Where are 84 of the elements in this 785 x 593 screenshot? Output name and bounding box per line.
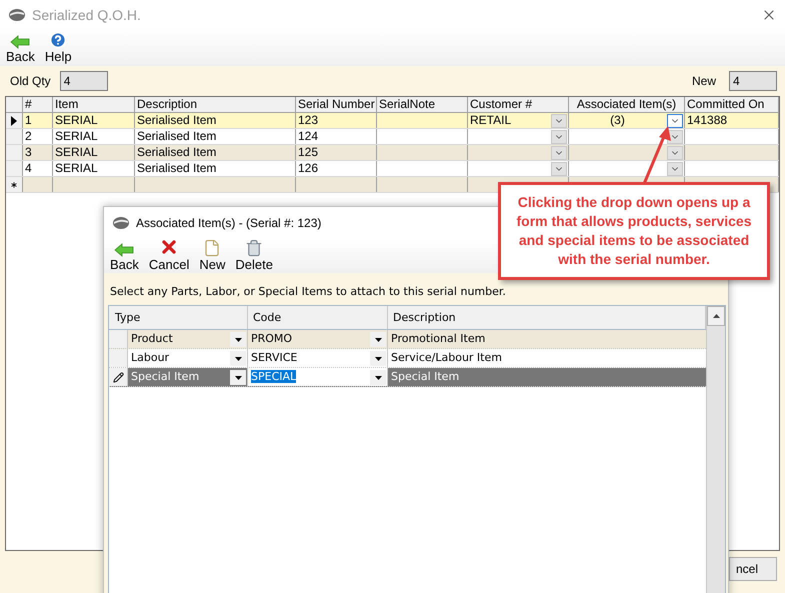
toolbar-button[interactable]: Back <box>110 243 139 272</box>
dropdown-triangle-icon <box>374 376 382 380</box>
window-title: Serialized Q.O.H. <box>32 6 141 25</box>
column-header[interactable]: # <box>23 97 53 112</box>
dropdown-triangle-icon <box>374 338 382 342</box>
callout-text: Clicking the drop down opens up a form that allows products, services and special items to be associated with the serial number. <box>516 193 752 269</box>
app-logo-icon <box>8 8 26 22</box>
table-cell: SERIAL <box>53 129 135 144</box>
dialog-title: Associated Item(s) - (Serial #: 123) <box>136 215 322 232</box>
table-cell[interactable]: SERVICE <box>251 351 298 364</box>
scroll-up-icon <box>712 314 720 318</box>
table-cell-text: Special Item <box>390 369 460 385</box>
old-qty-label: Old Qty <box>10 73 51 90</box>
toolbar-button[interactable]: Help <box>44 31 72 64</box>
new-qty-label: New <box>692 73 716 90</box>
instruction-text: Select any Parts, Labor, or Special Items to attach to this serial number. <box>110 285 506 298</box>
edit-row-icon <box>112 372 124 382</box>
dropdown-button[interactable] <box>230 370 246 385</box>
toolbar-button[interactable]: Cancel <box>148 237 190 272</box>
dropdown-button[interactable] <box>370 351 386 366</box>
column-header[interactable]: Type <box>109 306 248 329</box>
table-cell: Serialised Item <box>135 129 296 144</box>
table-cell: Serialised Item <box>135 145 296 160</box>
table-cell-text: Service/Labour Item <box>390 350 503 366</box>
trash-icon <box>245 239 264 257</box>
table-cell: 125 <box>296 145 377 160</box>
table-cell: 141388 <box>685 113 779 128</box>
app-logo-icon <box>112 216 130 230</box>
dropdown-triangle-icon <box>374 356 382 360</box>
column-header[interactable]: Item <box>53 97 135 112</box>
table-cell[interactable]: SPECIAL <box>251 370 296 383</box>
current-row-icon <box>11 116 17 126</box>
table-cell: RETAIL <box>470 113 512 127</box>
table-cell: Labour <box>131 351 170 364</box>
cut-off-button[interactable]: ncel <box>729 557 777 581</box>
dropdown-triangle-icon <box>234 338 242 342</box>
table-cell-text: Promotional Item <box>390 331 486 347</box>
column-header[interactable]: SerialNote <box>377 97 468 112</box>
table-cell: Serialised Item <box>135 161 296 176</box>
table-cell: Serialised Item <box>135 113 296 128</box>
table-cell: 4 <box>23 161 53 176</box>
column-header[interactable]: Committed On <box>685 97 779 112</box>
table-cell: SERIAL <box>53 113 135 128</box>
row-header[interactable] <box>109 368 128 386</box>
dropdown-button[interactable] <box>230 332 246 347</box>
column-header[interactable]: Serial Number <box>296 97 377 112</box>
column-header[interactable]: Customer # <box>468 97 569 112</box>
table-cell: 124 <box>296 129 377 144</box>
dropdown-button[interactable] <box>370 332 386 347</box>
new-qty-field[interactable]: 4 <box>729 71 777 91</box>
table-cell: 3 <box>23 145 53 160</box>
table-cell: SERIAL <box>53 161 135 176</box>
table-cell: (3) <box>610 113 625 127</box>
table-cell: 126 <box>296 161 377 176</box>
row-header[interactable] <box>6 113 23 128</box>
dropdown-triangle-icon <box>234 376 242 380</box>
toolbar-button[interactable]: Delete <box>235 239 273 272</box>
table-cell: SERIAL <box>53 145 135 160</box>
dropdown-button[interactable] <box>230 351 246 366</box>
table-cell: Product <box>131 332 173 345</box>
column-header[interactable]: Associated Item(s) <box>569 97 685 112</box>
back-arrow-icon <box>114 243 134 257</box>
grid-row[interactable]: Special Item SPECIAL Special Item <box>109 368 706 387</box>
grid-row[interactable]: Product PROMO Promotional Item <box>109 330 706 349</box>
new-row-icon <box>9 180 19 190</box>
table-cell: Special Item <box>131 370 200 383</box>
table-cell: 123 <box>296 113 377 128</box>
table-cell[interactable]: PROMO <box>251 332 292 345</box>
back-arrow-icon <box>10 35 30 49</box>
toolbar-button[interactable]: Back <box>6 35 35 64</box>
old-qty-field[interactable]: 4 <box>60 71 108 91</box>
column-header[interactable]: Code <box>248 306 388 329</box>
table-cell: 2 <box>23 129 53 144</box>
dropdown-triangle-icon <box>234 356 242 360</box>
scrollbar[interactable] <box>706 306 725 593</box>
toolbar-button[interactable]: New <box>199 239 226 272</box>
column-header[interactable]: Description <box>135 97 296 112</box>
scroll-up-button[interactable] <box>707 306 725 326</box>
grid-row[interactable]: 1 SERIAL Serialised Item 123 RETAIL (3) 141388 <box>6 113 779 129</box>
table-cell: 1 <box>23 113 53 128</box>
dropdown-button[interactable] <box>667 114 683 128</box>
dropdown-button[interactable] <box>370 370 386 385</box>
row-header[interactable] <box>6 177 23 192</box>
grid-row[interactable]: Labour SERVICE Service/Labour Item <box>109 349 706 368</box>
